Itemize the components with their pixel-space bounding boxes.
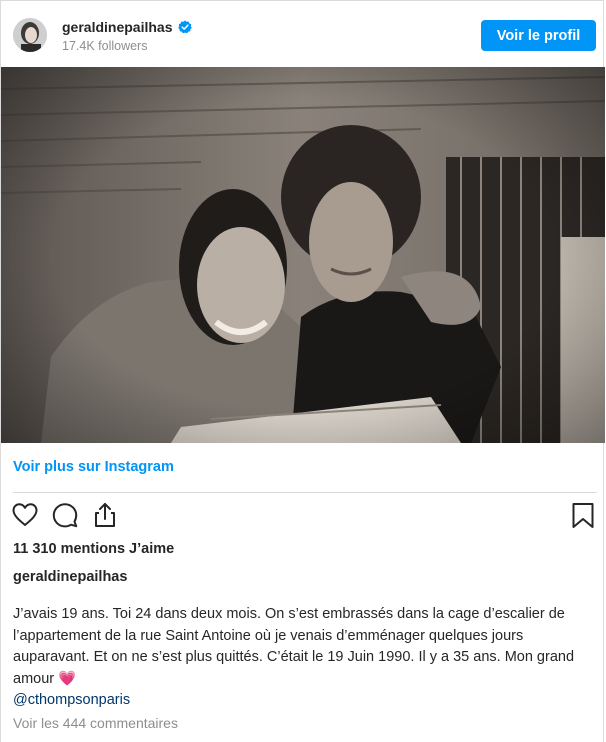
username-text[interactable]: geraldinepailhas: [62, 19, 172, 35]
caption-username[interactable]: geraldinepailhas: [13, 569, 127, 585]
divider: [13, 492, 597, 493]
action-bar: [1, 499, 605, 533]
view-more-on-instagram-link[interactable]: Voir plus sur Instagram: [13, 459, 174, 475]
profile-avatar[interactable]: [13, 18, 47, 52]
post-caption: J’avais 19 ans. Toi 24 dans deux mois. O…: [13, 604, 597, 712]
post-header: geraldinepailhas 17.4K followers Voir le…: [1, 1, 605, 67]
bookmark-icon[interactable]: [569, 501, 597, 529]
comment-icon[interactable]: [51, 501, 79, 529]
post-photo[interactable]: [1, 67, 605, 443]
heart-icon[interactable]: [11, 501, 39, 529]
caption-mention-link[interactable]: @cthompsonparis: [13, 692, 130, 708]
view-comments-link[interactable]: Voir les 444 commentaires: [13, 715, 178, 731]
post-username[interactable]: geraldinepailhas: [62, 19, 193, 35]
heart-emoji: 💗: [58, 670, 77, 687]
likes-count[interactable]: 11 310 mentions J’aime: [13, 541, 174, 557]
share-icon[interactable]: [91, 501, 119, 529]
view-profile-button[interactable]: Voir le profil: [481, 20, 596, 51]
verified-badge-icon: [178, 20, 193, 34]
followers-count: 17.4K followers: [62, 39, 148, 53]
caption-text: J’avais 19 ans. Toi 24 dans deux mois. O…: [13, 606, 575, 687]
instagram-embed-card: geraldinepailhas 17.4K followers Voir le…: [0, 0, 605, 742]
